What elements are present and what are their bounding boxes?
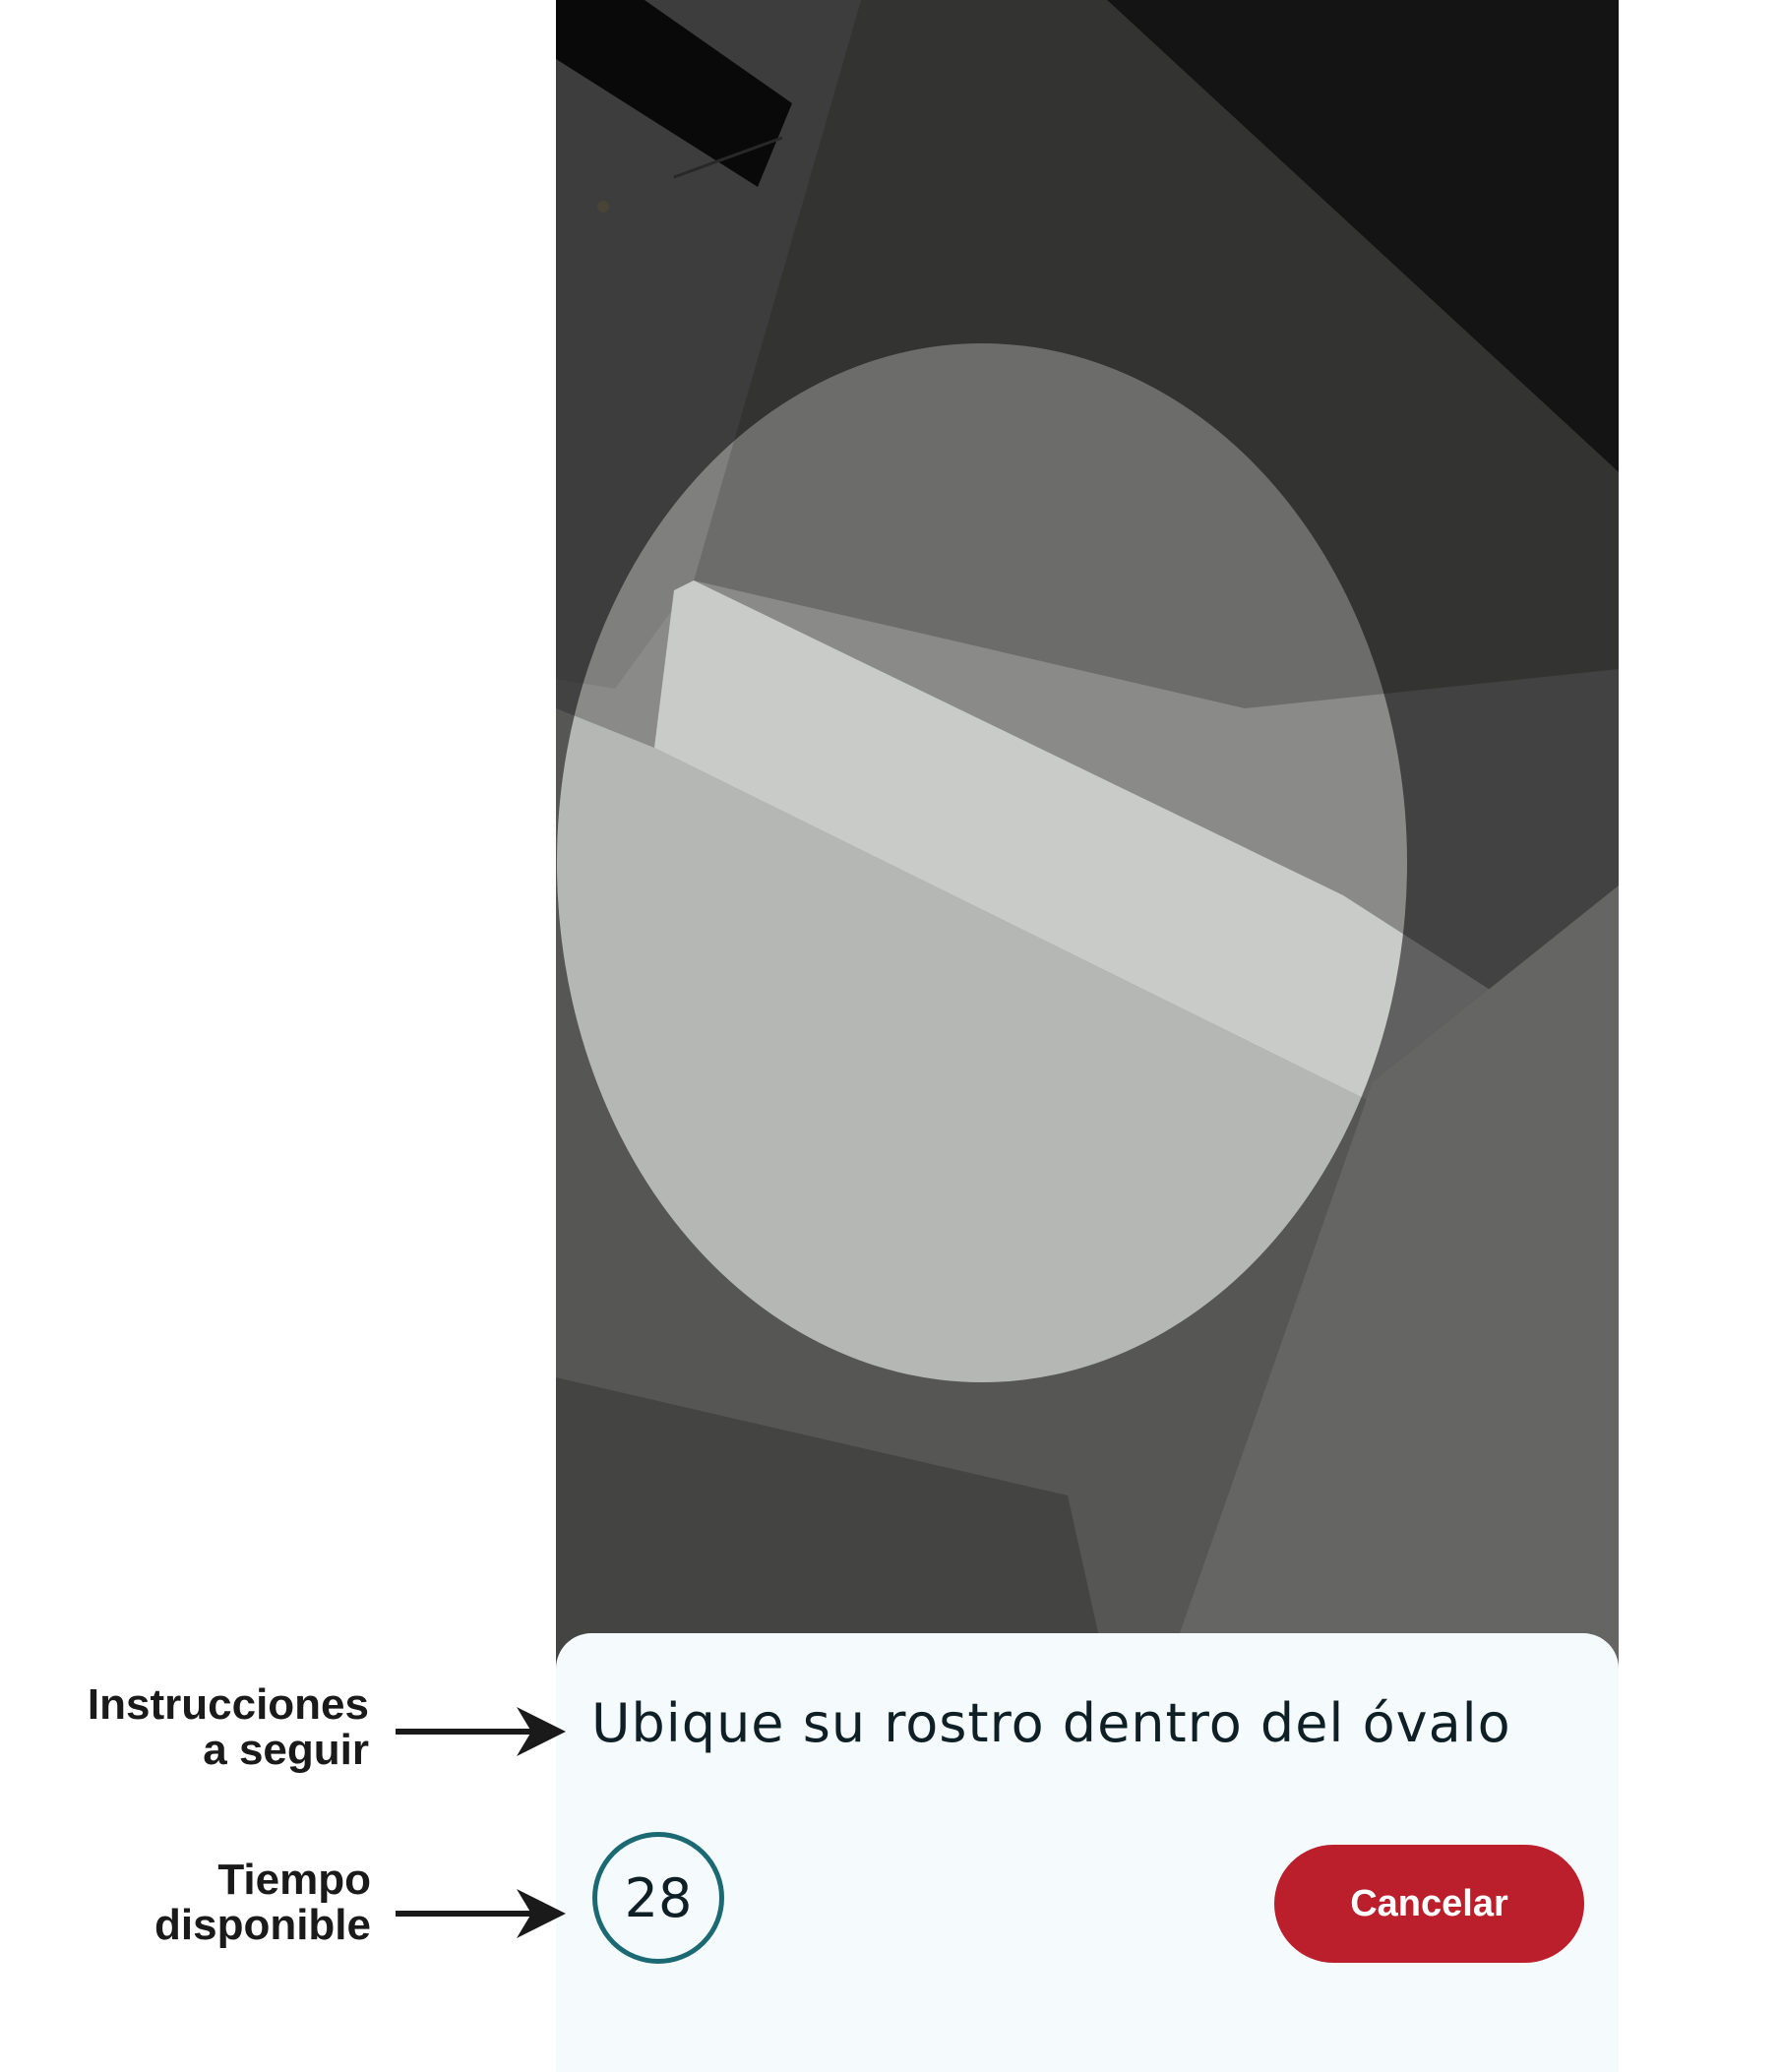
instruction-text: Ubique su rostro dentro del óvalo <box>591 1692 1511 1754</box>
cancel-button[interactable]: Cancelar <box>1274 1845 1584 1963</box>
bottom-sheet: Ubique su rostro dentro del óvalo 28 Can… <box>556 1633 1619 2072</box>
annotation-line: a seguir <box>203 1726 369 1774</box>
annotation-time: Tiempo disponible <box>154 1858 371 1948</box>
camera-preview <box>556 0 1619 1673</box>
annotation-instructions: Instrucciones a seguir <box>88 1682 369 1773</box>
arrow-right-icon <box>396 1889 566 1938</box>
arrow-right-icon <box>396 1707 566 1756</box>
timer-value: 28 <box>624 1866 693 1929</box>
face-capture-screen: Ubique su rostro dentro del óvalo 28 Can… <box>556 0 1619 2072</box>
annotation-line: disponible <box>154 1901 371 1949</box>
annotation-line: Instrucciones <box>87 1680 369 1729</box>
annotation-line: Tiempo <box>217 1856 371 1904</box>
countdown-timer: 28 <box>592 1832 724 1964</box>
